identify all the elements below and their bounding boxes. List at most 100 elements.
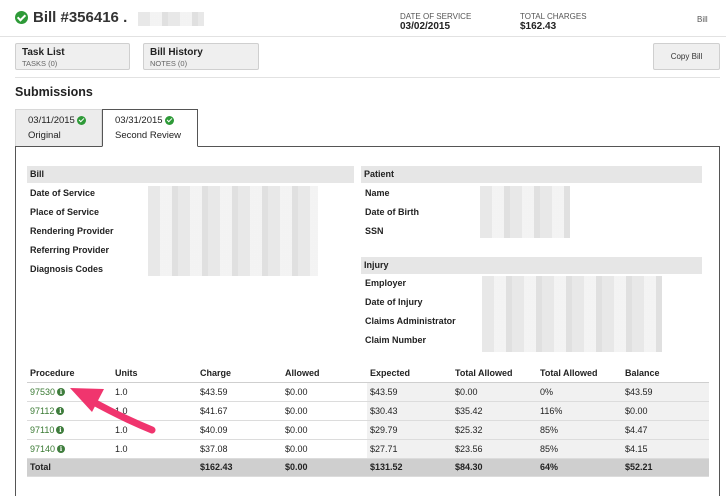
info-icon[interactable]: i — [56, 426, 65, 435]
check-circle-icon — [77, 115, 87, 125]
total-allowed-pct-cell: 85% — [537, 420, 622, 440]
task-list-label: Task List — [22, 47, 65, 58]
expected-cell: $43.59 — [367, 382, 452, 402]
tab-label: Second Review — [115, 130, 182, 141]
table-header-row: Procedure Units Charge Allowed Expected … — [27, 365, 709, 383]
field-label: Place of Service — [30, 207, 100, 217]
charge-cell: $162.43 — [197, 458, 282, 477]
total-allowed-cell: $35.42 — [452, 401, 537, 421]
redacted-block — [148, 186, 318, 276]
redacted-block — [138, 12, 204, 26]
patient-section-header: Patient — [361, 166, 702, 183]
column-header: Units — [112, 365, 197, 383]
units-cell: 1.0 — [112, 420, 197, 440]
field-label: Claims Administrator — [365, 316, 456, 326]
field-label: Employer — [365, 278, 407, 288]
divider — [0, 36, 726, 37]
field-label: Referring Provider — [30, 245, 110, 255]
balance-cell: $52.21 — [622, 458, 709, 477]
table-row: 97110 i 1.0 $40.09 $0.00 $29.79 $25.32 85… — [27, 420, 709, 440]
divider — [15, 77, 720, 78]
total-label: Total — [27, 458, 112, 477]
tab-second-review[interactable]: 03/31/2015 Second Review — [102, 109, 198, 147]
total-allowed-pct-cell: 0% — [537, 382, 622, 402]
balance-cell: $43.59 — [622, 382, 709, 402]
column-header: Expected — [367, 365, 452, 383]
expected-cell: $30.43 — [367, 401, 452, 421]
allowed-cell: $0.00 — [282, 382, 367, 402]
field-label: Name — [365, 188, 390, 198]
info-icon[interactable]: i — [57, 445, 66, 454]
field-label: Date of Injury — [365, 297, 423, 307]
total-row: Total $162.43 $0.00 $131.52 $84.30 64% $… — [27, 458, 709, 477]
total-charges-value: $162.43 — [520, 21, 557, 32]
field-label: Date of Birth — [365, 207, 419, 217]
charge-cell: $40.09 — [197, 420, 282, 440]
allowed-cell: $0.00 — [282, 401, 367, 421]
column-header: Allowed — [282, 365, 367, 383]
column-header: Total Allowed — [452, 365, 537, 383]
procedure-code-link[interactable]: 97110 i — [27, 420, 112, 440]
submissions-heading: Submissions — [15, 85, 93, 99]
bill-history-button[interactable]: Bill History NOTES (0) — [143, 43, 259, 70]
field-label: Date of Service — [30, 188, 96, 198]
allowed-cell: $0.00 — [282, 439, 367, 459]
units-cell: 1.0 — [112, 401, 197, 421]
date-of-service-value: 03/02/2015 — [400, 21, 451, 32]
allowed-cell: $0.00 — [282, 420, 367, 440]
table-row: 97530 i 1.0 $43.59 $0.00 $43.59 $0.00 0% … — [27, 382, 709, 402]
expected-cell: $27.71 — [367, 439, 452, 459]
table-row: 97140 i 1.0 $37.08 $0.00 $27.71 $23.56 85… — [27, 439, 709, 459]
tab-original[interactable]: 03/11/2015 Original — [15, 109, 102, 147]
total-allowed-cell: $0.00 — [452, 382, 537, 402]
balance-cell: $4.47 — [622, 420, 709, 440]
units-cell — [112, 458, 197, 477]
date-of-service-label: DATE OF SERVICE — [400, 12, 472, 21]
column-header: Balance — [622, 365, 709, 383]
bill-section-header: Bill — [27, 166, 354, 183]
redacted-block — [480, 186, 570, 238]
procedure-code-link[interactable]: 97530 i — [27, 382, 112, 402]
bill-type-label: Bill — [697, 15, 708, 24]
total-allowed-cell: $84.30 — [452, 458, 537, 477]
info-icon[interactable]: i — [57, 388, 66, 397]
bill-title: Bill #356416 . — [33, 9, 128, 26]
charge-cell: $43.59 — [197, 382, 282, 402]
procedure-code-link[interactable]: 97112 i — [27, 401, 112, 421]
table-row: 97112 i 1.0 $41.67 $0.00 $30.43 $35.42 11… — [27, 401, 709, 421]
bill-header: Bill #356416 . DATE OF SERVICE 03/02/201… — [0, 0, 726, 36]
total-allowed-pct-cell: 116% — [537, 401, 622, 421]
copy-bill-button[interactable]: Copy Bill — [653, 43, 720, 70]
charge-cell: $41.67 — [197, 401, 282, 421]
procedure-code-link[interactable]: 97140 i — [27, 439, 112, 459]
charge-cell: $37.08 — [197, 439, 282, 459]
notes-count: NOTES (0) — [150, 59, 188, 68]
expected-cell: $29.79 — [367, 420, 452, 440]
injury-section-header: Injury — [361, 257, 702, 274]
total-allowed-pct-cell: 85% — [537, 439, 622, 459]
field-label: SSN — [365, 226, 384, 236]
field-label: Rendering Provider — [30, 226, 114, 236]
units-cell: 1.0 — [112, 439, 197, 459]
total-allowed-cell: $23.56 — [452, 439, 537, 459]
allowed-cell: $0.00 — [282, 458, 367, 477]
total-allowed-pct-cell: 64% — [537, 458, 622, 477]
redacted-block — [482, 276, 662, 352]
task-count: TASKS (0) — [22, 59, 58, 68]
check-circle-icon — [165, 115, 175, 125]
check-circle-icon — [15, 11, 28, 24]
balance-cell: $0.00 — [622, 401, 709, 421]
tab-label: Original — [28, 130, 61, 141]
total-charges-label: TOTAL CHARGES — [520, 12, 587, 21]
info-icon[interactable]: i — [56, 407, 65, 416]
tab-date: 03/11/2015 — [28, 115, 101, 126]
column-header: Charge — [197, 365, 282, 383]
field-label: Diagnosis Codes — [30, 264, 104, 274]
expected-cell: $131.52 — [367, 458, 452, 477]
balance-cell: $4.15 — [622, 439, 709, 459]
task-list-button[interactable]: Task List TASKS (0) — [15, 43, 130, 70]
column-header: Total Allowed — [537, 365, 622, 383]
bill-history-label: Bill History — [150, 47, 203, 58]
field-label: Claim Number — [365, 335, 427, 345]
units-cell: 1.0 — [112, 382, 197, 402]
